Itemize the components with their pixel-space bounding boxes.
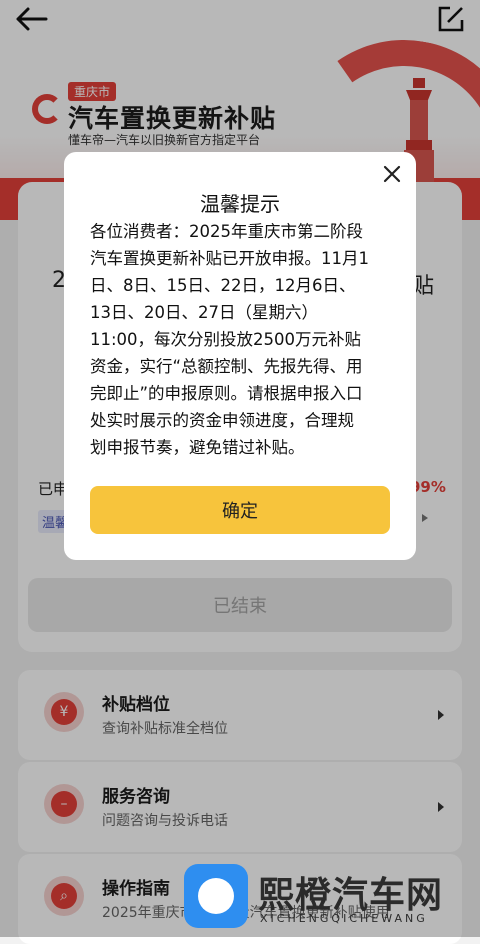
confirm-button[interactable]: 确定 (90, 486, 390, 534)
watermark: 熙橙汽车网 XICHENGQICHEWANG (184, 860, 480, 937)
page: 重庆市 汽车置换更新补贴 懂车帝—汽车以旧换新官方指定平台 2 贴 已申 99%… (0, 0, 480, 944)
modal-title: 温馨提示 (200, 192, 280, 216)
watermark-subtext: XICHENGQICHEWANG (260, 912, 428, 925)
watermark-logo-inner (198, 878, 234, 914)
modal-line: 划申报节奏，避免错过补贴。 (90, 438, 305, 457)
modal-line: 11:00，每次分别投放2500万元补贴 (90, 330, 362, 349)
modal-line: 处实时展示的资金申领进度，合理规 (90, 411, 354, 430)
modal-body: 各位消费者：2025年重庆市第二阶段 汽车置换更新补贴已开放申报。11月1 日、… (90, 218, 396, 461)
notice-modal: 温馨提示 各位消费者：2025年重庆市第二阶段 汽车置换更新补贴已开放申报。11… (64, 152, 416, 560)
modal-line: 13日、20日、27日（星期六） (90, 303, 318, 322)
watermark-text: 熙橙汽车网 (258, 875, 444, 916)
modal-line: 各位消费者：2025年重庆市第二阶段 (90, 222, 363, 241)
modal-line: 资金，实行“总额控制、先报先得、用 (90, 357, 363, 376)
modal-line: 汽车置换更新补贴已开放申报。11月1 (90, 249, 369, 268)
watermark-logo-icon (184, 864, 248, 928)
modal-line: 完即止”的申报原则。请根据申报入口 (90, 384, 363, 403)
close-icon[interactable] (380, 162, 404, 186)
modal-line: 日、8日、15日、22日，12月6日、 (90, 276, 356, 295)
